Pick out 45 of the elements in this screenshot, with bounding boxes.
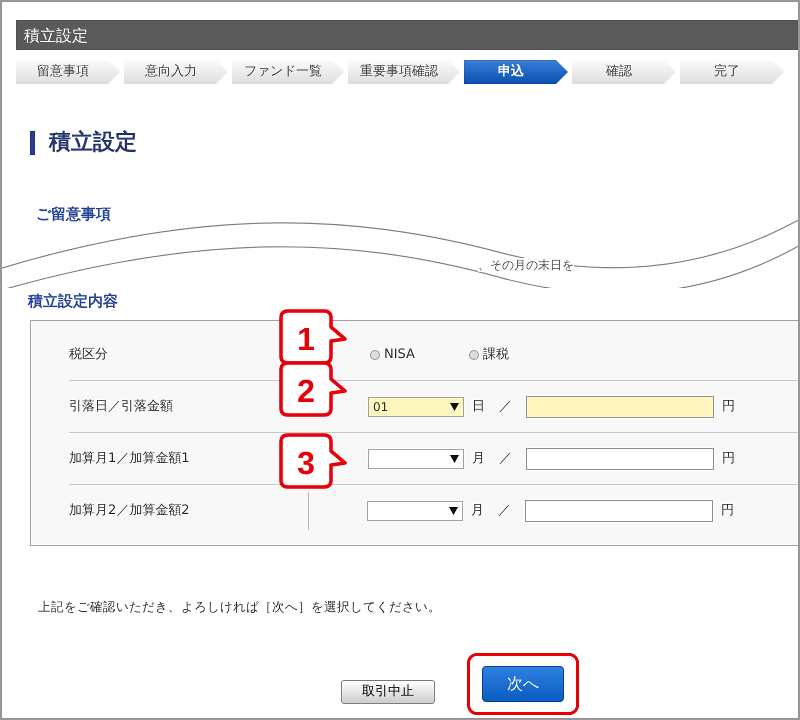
- step-tab[interactable]: 意向入力: [124, 60, 228, 84]
- amount-field[interactable]: [526, 396, 714, 418]
- radio-option[interactable]: NISA: [370, 344, 415, 364]
- cancel-button[interactable]: 取引中止: [341, 680, 435, 704]
- section-heading: ご留意事項: [36, 204, 112, 225]
- callout-badge: 1: [279, 309, 349, 365]
- dropdown-arrow-icon: [450, 402, 459, 410]
- currency-label: 円: [721, 502, 734, 520]
- amount-field[interactable]: [526, 448, 714, 470]
- field-label: 加算月2／加算金額2: [69, 503, 190, 518]
- section-heading: 積立設定内容: [28, 290, 119, 312]
- callout-badge: 3: [279, 433, 349, 489]
- step-tab[interactable]: 確認: [572, 60, 676, 84]
- radio-icon[interactable]: [468, 350, 479, 360]
- unit-label: 月: [471, 502, 484, 520]
- page-heading: 積立設定: [49, 128, 137, 157]
- step-tab[interactable]: 重要事項確認: [348, 60, 460, 84]
- next-button[interactable]: 次へ: [482, 666, 564, 702]
- unit-label: 月: [472, 450, 485, 468]
- callout-badge: 2: [279, 361, 349, 417]
- heading-bar: [30, 130, 35, 154]
- dropdown-field[interactable]: [368, 448, 464, 468]
- field-label: 税区分: [69, 346, 108, 362]
- field-label: 引落日／引落金額: [69, 398, 173, 414]
- step-tab[interactable]: 留意事項: [16, 60, 120, 84]
- dropdown-arrow-icon: [450, 454, 459, 462]
- notice-text: 、その月の末日を: [478, 258, 574, 272]
- instruction-text: 上記をご確認いただき、よろしければ［次へ］を選択してください。: [38, 598, 442, 616]
- amount-field[interactable]: [525, 500, 713, 522]
- window-title: 積立設定: [16, 20, 798, 50]
- currency-label: 円: [722, 398, 735, 416]
- dropdown-field[interactable]: 01: [368, 396, 464, 416]
- dropdown-field[interactable]: [367, 501, 463, 521]
- step-tab[interactable]: 申込: [464, 60, 568, 84]
- radio-icon[interactable]: [370, 350, 380, 360]
- radio-option[interactable]: 課税: [468, 344, 509, 364]
- currency-label: 円: [722, 450, 735, 468]
- separator-text: ／: [499, 450, 512, 468]
- separator-text: ／: [499, 398, 512, 416]
- step-tab[interactable]: 完了: [680, 60, 784, 84]
- field-label: 加算月1／加算金額1: [69, 450, 190, 466]
- unit-label: 日: [472, 398, 485, 416]
- separator-text: ／: [498, 502, 511, 520]
- dropdown-arrow-icon: [449, 507, 458, 515]
- step-tab[interactable]: ファンド一覧: [232, 60, 344, 84]
